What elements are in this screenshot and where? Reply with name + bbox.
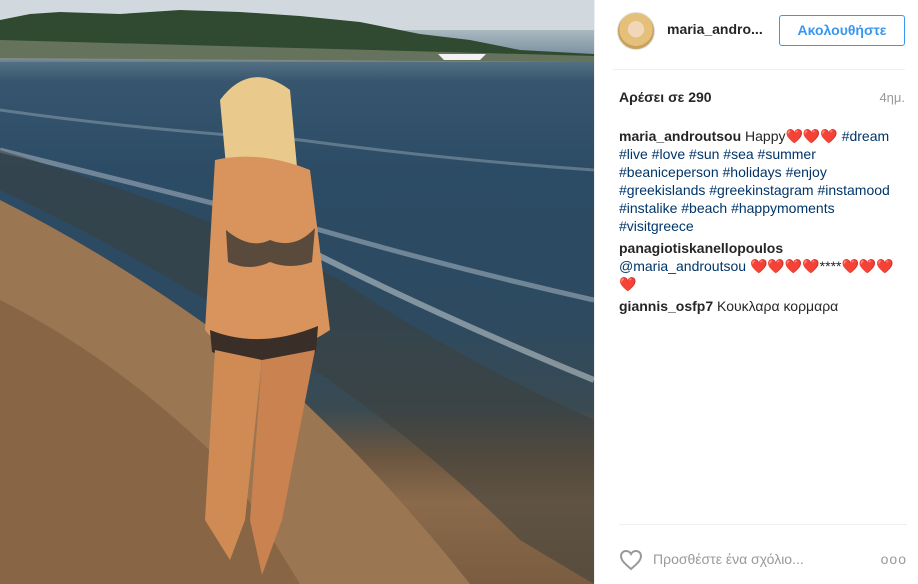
comment-footer: Προσθέστε ένα σχόλιο... ooo [619,524,907,584]
post-time[interactable]: 4ημ. [879,90,905,105]
comment-caption: maria_androutsou Happy❤️❤️❤️ #dream #liv… [619,127,907,235]
more-options-icon[interactable]: ooo [881,551,907,567]
comment-text: Happy❤️❤️❤️ [745,128,838,144]
post-photo[interactable] [0,0,594,584]
beach-scene-image [0,0,594,584]
comment-author[interactable]: panagiotiskanellopoulos [619,240,783,256]
comment-author[interactable]: giannis_osfp7 [619,298,713,314]
comment-author[interactable]: maria_androutsou [619,128,741,144]
comment-item: panagiotiskanellopoulos @maria_androutso… [619,239,907,293]
follow-button[interactable]: Ακολουθήστε [779,15,905,46]
mention-link[interactable]: @maria_androutsou [619,258,746,274]
avatar[interactable] [617,12,655,50]
comment-item: giannis_osfp7 Κουκλαρα κορμαρα [619,297,907,315]
comment-text: Κουκλαρα κορμαρα [717,298,839,314]
likes-row: Αρέσει σε 290 4ημ. [619,89,905,109]
username-link[interactable]: maria_andro... [667,21,763,37]
heart-outline-icon[interactable] [619,549,643,571]
post-details-panel: maria_andro... Ακολουθήστε Αρέσει σε 290… [594,0,918,584]
comment-list: maria_androutsou Happy❤️❤️❤️ #dream #liv… [619,127,907,319]
add-comment-input[interactable]: Προσθέστε ένα σχόλιο... [653,551,804,567]
post-header: maria_andro... Ακολουθήστε [613,0,905,70]
likes-count[interactable]: Αρέσει σε 290 [619,89,712,105]
